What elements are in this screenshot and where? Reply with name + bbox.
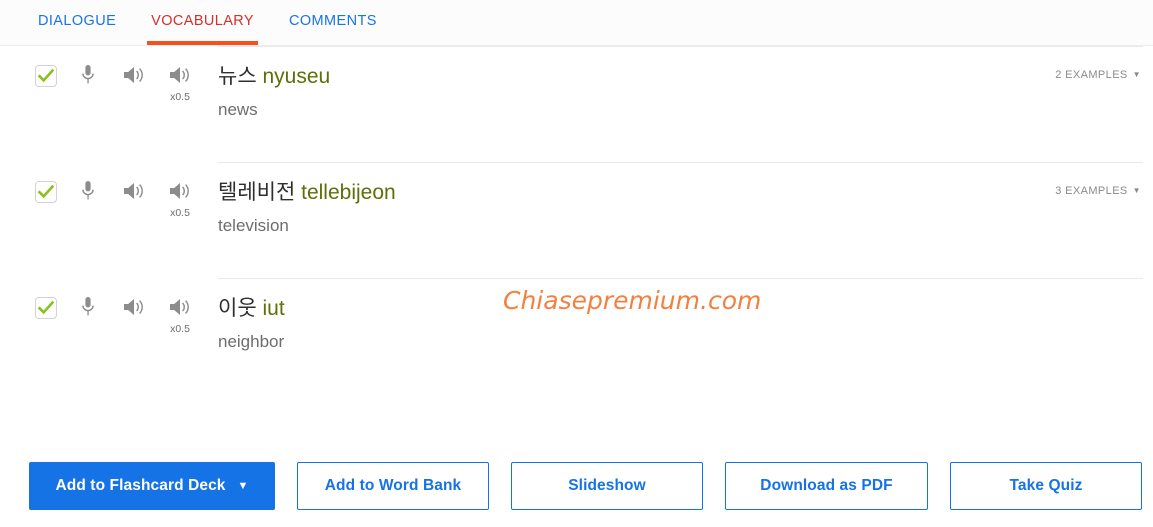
row-divider [218, 162, 1143, 163]
chevron-down-icon: ▼ [1132, 70, 1141, 79]
row-controls: x0.5 [0, 62, 218, 103]
checkmark-icon [35, 181, 57, 203]
vocab-word-block-2: 텔레비전 tellebijeon television [218, 178, 1055, 238]
vocab-examples-toggle-1[interactable]: 2 EXAMPLES ▼ [1055, 62, 1153, 81]
record-button-3[interactable] [71, 294, 105, 323]
vocab-headword-1: 뉴스 nyuseu [218, 64, 1055, 90]
take-quiz-label: Take Quiz [1009, 477, 1083, 494]
row-divider [218, 46, 1143, 47]
vocab-checkbox-3[interactable] [29, 294, 63, 319]
checkmark-icon [35, 65, 57, 87]
vocab-examples-toggle-2[interactable]: 3 EXAMPLES ▼ [1055, 178, 1153, 197]
speaker-icon [122, 65, 146, 90]
row-controls: x0.5 [0, 294, 218, 335]
record-button-1[interactable] [71, 62, 105, 91]
tab-vocabulary-label: VOCABULARY [151, 13, 254, 29]
tab-dialogue[interactable]: DIALOGUE [38, 0, 116, 46]
speaker-slow-icon [168, 181, 192, 206]
vocab-headword-2: 텔레비전 tellebijeon [218, 180, 1055, 206]
vocab-meaning-2: television [218, 216, 289, 235]
slideshow-button[interactable]: Slideshow [511, 462, 703, 510]
vocab-examples-label-2: 3 EXAMPLES [1055, 185, 1128, 197]
vocabulary-row: x0.5 이웃 iut neighbor [0, 278, 1153, 394]
vocab-romanization-1: nyuseu [262, 65, 331, 88]
slideshow-label: Slideshow [568, 477, 646, 494]
tab-vocabulary[interactable]: VOCABULARY [147, 0, 258, 46]
vocabulary-row: x0.5 뉴스 nyuseu news 2 EXAMPLES ▼ [0, 46, 1153, 162]
play-audio-button-1[interactable] [115, 62, 153, 90]
tab-comments[interactable]: COMMENTS [289, 0, 377, 46]
vocab-word-block-1: 뉴스 nyuseu news [218, 62, 1055, 122]
chevron-down-icon: ▼ [237, 479, 249, 492]
play-audio-slow-button-3[interactable]: x0.5 [161, 294, 199, 335]
vocab-checkbox-2[interactable] [29, 178, 63, 203]
speaker-icon [122, 297, 146, 322]
chevron-down-icon: ▼ [1132, 186, 1141, 195]
audio-speed-label-2: x0.5 [170, 207, 190, 219]
add-to-word-bank-label: Add to Word Bank [324, 477, 462, 494]
vocab-romanization-2: tellebijeon [301, 181, 396, 204]
vocab-hangul-3: 이웃 [218, 297, 257, 320]
tab-dialogue-label: DIALOGUE [38, 13, 117, 29]
download-as-pdf-label: Download as PDF [760, 477, 893, 494]
microphone-icon [80, 296, 96, 323]
play-audio-slow-button-1[interactable]: x0.5 [161, 62, 199, 103]
action-button-row: Add to Flashcard Deck ▼ Add to Word Bank… [29, 462, 1142, 510]
record-button-2[interactable] [71, 178, 105, 207]
row-controls: x0.5 [0, 178, 218, 219]
vocab-word-block-3: 이웃 iut neighbor [218, 294, 1153, 354]
tab-comments-label: COMMENTS [289, 13, 377, 29]
vocab-hangul-2: 텔레비전 [218, 181, 296, 204]
microphone-icon [80, 64, 96, 91]
add-to-flashcard-deck-button[interactable]: Add to Flashcard Deck ▼ [29, 462, 275, 510]
audio-speed-label-3: x0.5 [170, 323, 190, 335]
play-audio-button-3[interactable] [115, 294, 153, 322]
vocab-meaning-3: neighbor [218, 332, 285, 351]
vocab-headword-3: 이웃 iut [218, 296, 1153, 322]
add-to-word-bank-button[interactable]: Add to Word Bank [297, 462, 489, 510]
audio-speed-label-1: x0.5 [170, 91, 190, 103]
speaker-slow-icon [168, 65, 192, 90]
vocab-examples-label-1: 2 EXAMPLES [1055, 69, 1128, 81]
download-as-pdf-button[interactable]: Download as PDF [725, 462, 928, 510]
vocab-checkbox-1[interactable] [29, 62, 63, 87]
vocab-romanization-3: iut [262, 297, 285, 320]
vocabulary-list: x0.5 뉴스 nyuseu news 2 EXAMPLES ▼ x0.5 텔레… [0, 46, 1153, 394]
speaker-slow-icon [168, 297, 192, 322]
take-quiz-button[interactable]: Take Quiz [950, 462, 1142, 510]
tab-bar: DIALOGUE VOCABULARY COMMENTS [0, 0, 1153, 46]
add-to-flashcard-deck-label: Add to Flashcard Deck [55, 477, 226, 494]
play-audio-button-2[interactable] [115, 178, 153, 206]
vocab-hangul-1: 뉴스 [218, 65, 257, 88]
row-divider [218, 278, 1143, 279]
vocabulary-row: x0.5 텔레비전 tellebijeon television 3 EXAMP… [0, 162, 1153, 278]
microphone-icon [80, 180, 96, 207]
play-audio-slow-button-2[interactable]: x0.5 [161, 178, 199, 219]
vocab-meaning-1: news [218, 100, 258, 119]
checkmark-icon [35, 297, 57, 319]
speaker-icon [122, 181, 146, 206]
